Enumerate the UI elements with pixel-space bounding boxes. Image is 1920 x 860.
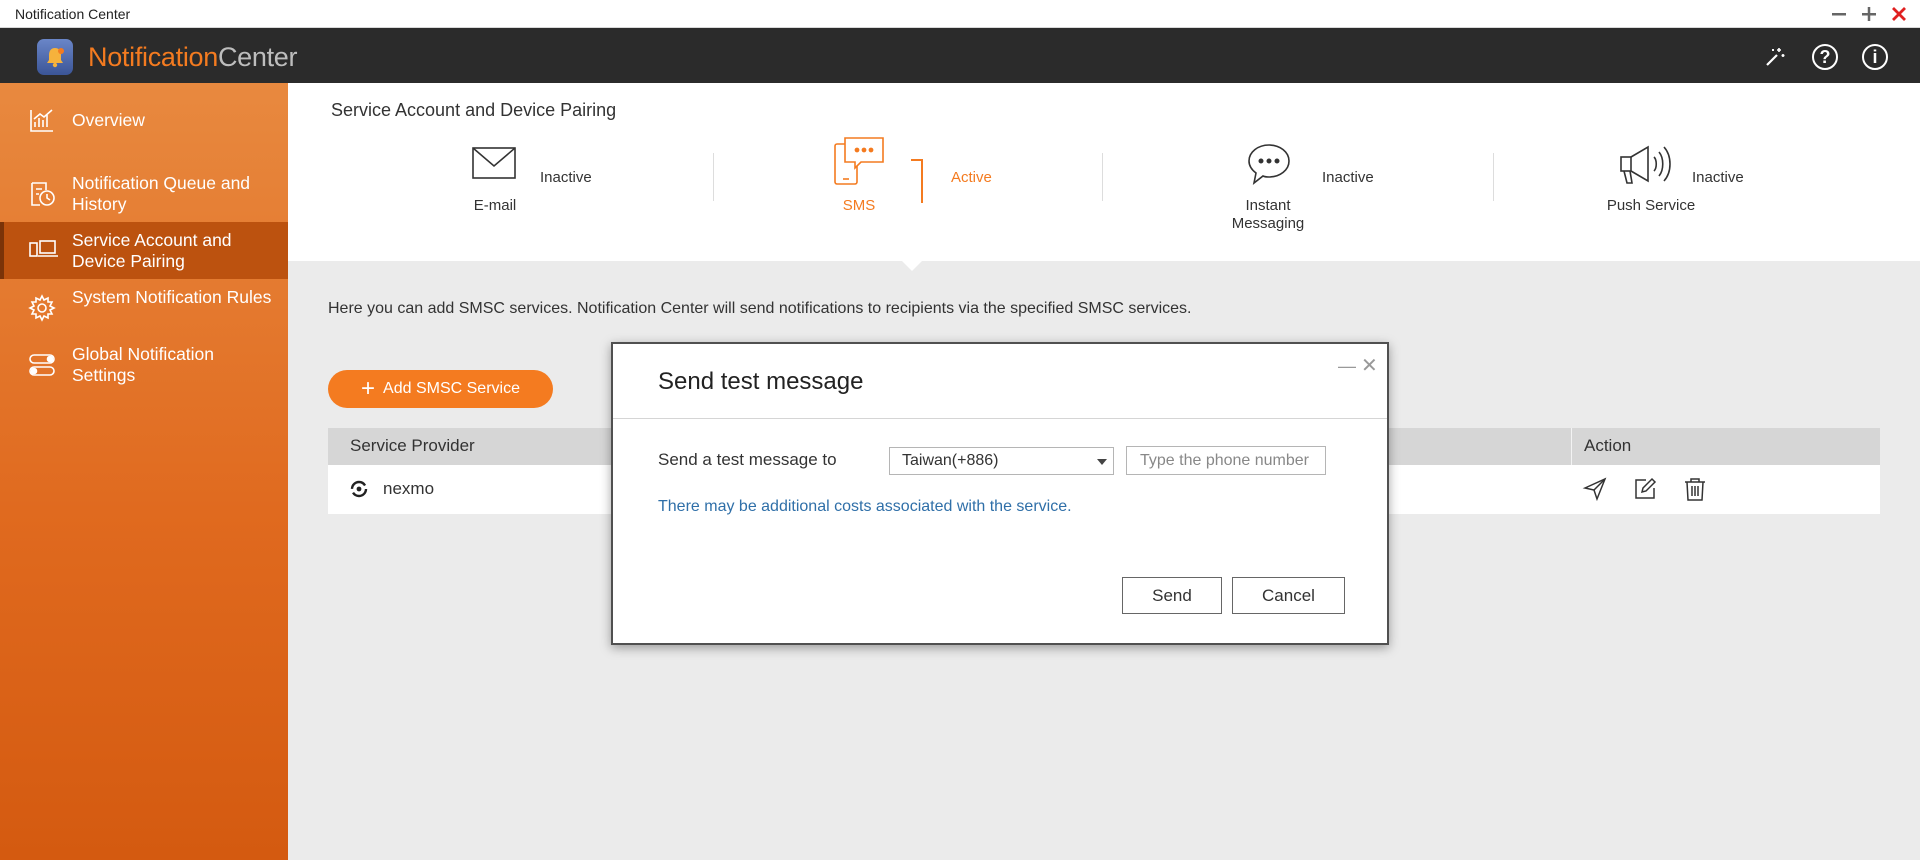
sidebar-item-global-settings[interactable]: Global Notification Settings xyxy=(0,342,288,388)
sidebar-item-label: Notification Queue and History xyxy=(72,173,251,214)
sms-description: Here you can add SMSC services. Notifica… xyxy=(328,300,1192,317)
country-code-select[interactable]: Taiwan(+886) xyxy=(889,447,1114,475)
sidebar-item-system-rules[interactable]: System Notification Rules xyxy=(0,285,288,331)
send-icon[interactable] xyxy=(1582,476,1608,502)
send-test-message-dialog: Send test message — ✕ Send a test messag… xyxy=(611,342,1389,645)
window-title: Notification Center xyxy=(15,6,131,22)
column-header-provider: Service Provider xyxy=(350,436,475,455)
sms-phone-icon xyxy=(833,136,885,193)
cancel-button[interactable]: Cancel xyxy=(1232,577,1345,614)
selection-pointer xyxy=(902,261,922,271)
gear-icon xyxy=(28,294,56,322)
nexmo-logo-icon xyxy=(350,480,368,503)
service-label: Push Service xyxy=(1606,197,1696,214)
service-sms[interactable]: SMS Active xyxy=(833,136,1013,259)
service-status: Inactive xyxy=(1322,169,1374,186)
chevron-down-icon xyxy=(1097,459,1107,465)
dialog-close-icon[interactable]: ✕ xyxy=(1361,353,1378,378)
chat-bubble-icon xyxy=(1246,142,1292,191)
dialog-minimize-icon[interactable]: — xyxy=(1338,356,1356,377)
phone-number-input[interactable] xyxy=(1126,446,1326,475)
divider xyxy=(1493,153,1494,201)
dialog-title: Send test message xyxy=(658,368,864,395)
country-code-value: Taiwan(+886) xyxy=(902,452,999,469)
service-label: SMS xyxy=(842,197,876,214)
add-smsc-service-button[interactable]: + Add SMSC Service xyxy=(328,370,553,408)
service-status: Active xyxy=(951,169,992,186)
cost-notice: There may be additional costs associated… xyxy=(658,498,1072,515)
megaphone-icon xyxy=(1618,143,1678,190)
recipient-label: Send a test message to xyxy=(658,450,837,469)
column-divider xyxy=(1571,428,1572,465)
service-email[interactable]: E-mail Inactive xyxy=(468,139,648,259)
chart-icon xyxy=(28,106,56,134)
trash-icon[interactable] xyxy=(1682,476,1708,502)
sidebar-item-queue-history[interactable]: Notification Queue and History xyxy=(0,171,288,217)
sidebar-item-label: Overview xyxy=(72,110,145,130)
envelope-icon xyxy=(471,146,517,187)
dialog-header: Send test message — ✕ xyxy=(613,344,1387,419)
app-header: NotificationCenter ? i xyxy=(0,28,1920,83)
divider xyxy=(713,153,714,201)
plus-icon: + xyxy=(361,375,376,402)
app-name: NotificationCenter xyxy=(88,42,298,72)
info-icon[interactable]: i xyxy=(1862,44,1888,70)
service-instant-messaging[interactable]: Instant Messaging Inactive xyxy=(1228,139,1408,269)
close-icon[interactable] xyxy=(1888,3,1910,25)
service-status: Inactive xyxy=(1692,169,1744,186)
send-button[interactable]: Send xyxy=(1122,577,1222,614)
service-status: Inactive xyxy=(540,169,592,186)
maximize-icon[interactable] xyxy=(1858,3,1880,25)
service-push[interactable]: Push Service Inactive xyxy=(1607,139,1798,259)
minimize-icon[interactable] xyxy=(1828,3,1850,25)
history-icon xyxy=(28,180,56,208)
add-smsc-service-label: Add SMSC Service xyxy=(383,380,520,397)
sidebar-item-label: Global Notification Settings xyxy=(72,344,215,385)
sidebar-item-label: System Notification Rules xyxy=(72,287,272,307)
sidebar-item-service-account[interactable]: Service Account and Device Pairing xyxy=(0,222,288,279)
magic-wand-icon[interactable] xyxy=(1762,44,1788,70)
window-titlebar: Notification Center xyxy=(0,0,1920,28)
toggle-icon xyxy=(28,351,56,379)
divider xyxy=(1102,153,1103,201)
column-header-action: Action xyxy=(1584,436,1632,455)
app-logo-icon xyxy=(37,39,73,75)
device-pairing-icon xyxy=(28,236,58,264)
sidebar-item-label: Service Account and Device Pairing xyxy=(72,230,232,271)
service-label: Instant Messaging xyxy=(1231,197,1305,232)
help-icon[interactable]: ? xyxy=(1812,44,1838,70)
provider-name: nexmo xyxy=(383,479,435,498)
service-panel: Service Account and Device Pairing E-mai… xyxy=(288,83,1920,261)
page-title: Service Account and Device Pairing xyxy=(331,100,617,120)
service-label: E-mail xyxy=(473,197,517,214)
sidebar: Overview Notification Queue and History … xyxy=(0,83,288,860)
active-indicator xyxy=(911,159,923,203)
sidebar-item-overview[interactable]: Overview xyxy=(0,102,288,138)
edit-icon[interactable] xyxy=(1632,476,1658,502)
